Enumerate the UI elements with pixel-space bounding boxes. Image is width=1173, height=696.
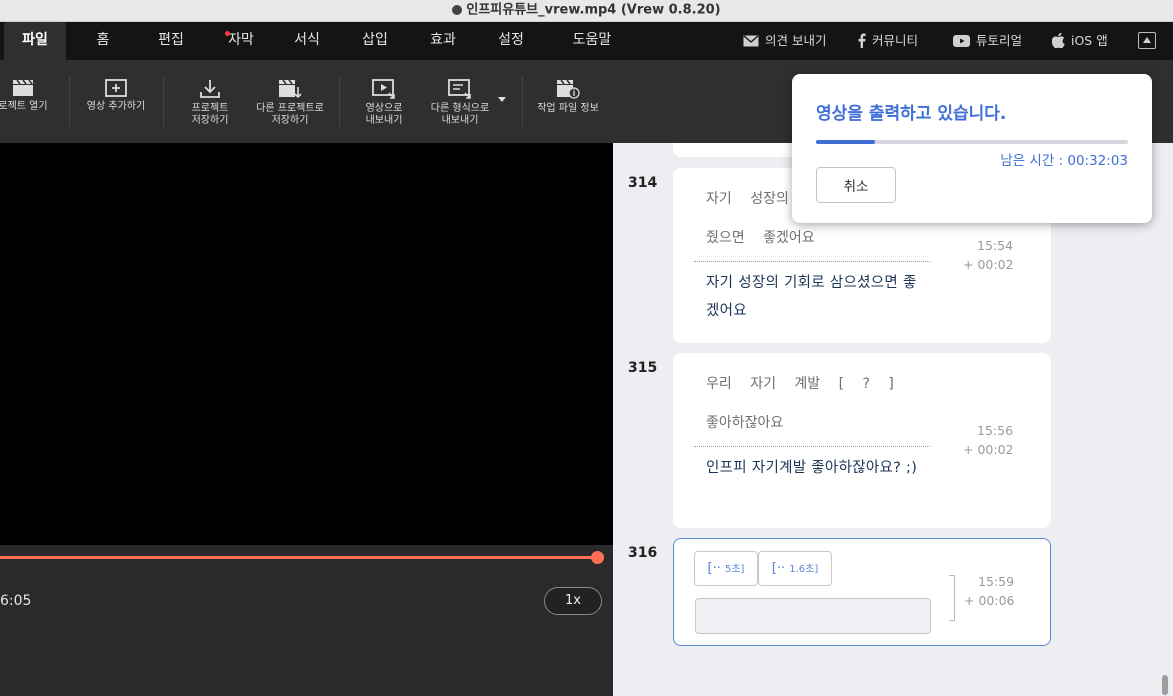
tab-home[interactable]: 홈	[82, 22, 124, 60]
tab-insert[interactable]: 삽입	[354, 22, 396, 60]
clip-duration: + 00:02	[963, 442, 1014, 457]
feedback-link[interactable]: 의견 보내기	[743, 22, 826, 60]
clip-duration: + 00:06	[964, 593, 1015, 608]
toolbar-divider	[522, 76, 523, 126]
tab-settings[interactable]: 설정	[490, 22, 532, 60]
clip-timestamp: 15:59	[978, 574, 1015, 589]
tab-subtitle-label: 자막	[228, 32, 254, 48]
file-info-label: 작업 파일 정보	[537, 103, 599, 114]
playback-speed-button[interactable]: 1x	[544, 587, 602, 615]
player-controls: 6:05 1x	[0, 545, 613, 696]
toolbar-divider	[339, 76, 340, 126]
window-titlebar: 인프피유튜브_vrew.mp4 (Vrew 0.8.20)	[0, 0, 1173, 22]
tutorial-link[interactable]: 튜토리얼	[953, 22, 1022, 60]
unsaved-dot-icon	[452, 4, 463, 15]
clip-card-selected[interactable]: [·· 5초] [·· 1.6초] 15:59 + 00:06	[673, 538, 1051, 646]
file-info-button[interactable]: 작업 파일 정보	[534, 60, 602, 143]
chevron-down-icon[interactable]	[498, 97, 506, 102]
cancel-button[interactable]: 취소	[816, 167, 896, 203]
download-icon	[200, 80, 220, 98]
save-project-button[interactable]: 프로젝트 저장하기	[178, 60, 242, 143]
subtitle-text[interactable]: 인프피 자기계발 좋아하잖아요? ;)	[706, 454, 926, 482]
mail-icon	[743, 34, 759, 46]
add-video-button[interactable]: 영상 추가하기	[80, 60, 152, 143]
apple-icon	[1051, 32, 1065, 49]
ios-app-link[interactable]: iOS 앱	[1051, 22, 1108, 60]
divider	[694, 446, 930, 447]
feedback-label: 의견 보내기	[765, 33, 827, 48]
tab-effects[interactable]: 효과	[422, 22, 464, 60]
menu-bar: 파일 홈 편집 자막 서식 삽입 효과 설정 도움말 의견 보내기 커뮤니티 튜…	[0, 22, 1173, 60]
collapse-ribbon-button[interactable]	[1138, 32, 1156, 49]
clip-link-bracket	[949, 575, 955, 621]
tab-help[interactable]: 도움말	[556, 22, 628, 60]
open-project-label: 로젝트 열기	[0, 101, 48, 112]
community-link[interactable]: 커뮤니티	[857, 22, 918, 60]
export-video-button[interactable]: 영상으로 내보내기	[356, 60, 412, 143]
tab-subtitle[interactable]: 자막	[220, 22, 262, 60]
clip-words[interactable]: 좋아하잖아요	[706, 412, 783, 432]
clip-list-panel: 314 자기 성장의 줬으면 좋겠어요 15:54 + 00:02 자기 성장의…	[613, 143, 1173, 696]
subtitle-text[interactable]: 자기 성장의 기회로 삼으셨으면 좋겠어요	[706, 269, 926, 325]
silence-chip[interactable]: [·· 5초]	[694, 551, 758, 586]
export-video-icon	[372, 79, 395, 99]
triangle-up-icon	[1143, 37, 1151, 43]
clip-timestamp: 15:54	[977, 238, 1014, 253]
seek-bar[interactable]	[0, 556, 597, 559]
clip-timestamp: 15:56	[977, 423, 1014, 438]
clapperboard-download-icon	[279, 79, 302, 99]
save-as-project-button[interactable]: 다른 프로젝트로 저장하기	[250, 60, 330, 143]
dialog-title: 영상을 출력하고 있습니다.	[816, 104, 1007, 124]
tab-file[interactable]: 파일	[4, 22, 66, 60]
clip-words[interactable]: 자기 성장의	[706, 188, 789, 208]
toolbar-divider	[163, 76, 164, 126]
tutorial-label: 튜토리얼	[976, 33, 1023, 48]
silence-chip-value: 5초]	[725, 564, 745, 575]
export-progress-dialog: 영상을 출력하고 있습니다. 남은 시간 : 00:32:03 취소	[792, 74, 1152, 223]
add-video-label: 영상 추가하기	[86, 101, 146, 112]
subtitle-input[interactable]	[695, 598, 931, 634]
seek-handle[interactable]	[591, 551, 604, 564]
silence-chip-prefix: [··	[771, 561, 786, 576]
youtube-icon	[953, 34, 970, 47]
facebook-icon	[858, 33, 866, 48]
export-other-format-label: 다른 형식으로 내보내기	[430, 103, 490, 126]
tab-edit[interactable]: 편집	[150, 22, 192, 60]
community-label: 커뮤니티	[872, 33, 919, 48]
notification-dot-icon	[225, 31, 230, 36]
divider	[694, 261, 930, 262]
export-format-icon	[448, 79, 471, 99]
clip-number: 316	[628, 545, 658, 561]
clapperboard-icon	[13, 79, 33, 96]
add-box-icon	[105, 79, 127, 97]
export-video-label: 영상으로 내보내기	[365, 103, 403, 126]
silence-chip-value: 1.6초]	[789, 564, 819, 575]
window-title: 인프피유튜브_vrew.mp4 (Vrew 0.8.20)	[466, 2, 721, 18]
clip-words[interactable]: 줬으면 좋겠어요	[706, 227, 815, 247]
clip-number: 314	[628, 175, 658, 191]
clip-duration: + 00:02	[963, 257, 1014, 272]
tab-format[interactable]: 서식	[286, 22, 328, 60]
clapperboard-info-icon	[557, 79, 580, 99]
open-project-button[interactable]: 로젝트 열기	[0, 60, 60, 143]
clip-words[interactable]: 우리 자기 계발 [ ? ]	[706, 373, 894, 393]
toolbar-divider	[69, 76, 70, 126]
export-other-format-button[interactable]: 다른 형식으로 내보내기	[425, 60, 495, 143]
save-as-project-label: 다른 프로젝트로 저장하기	[256, 103, 324, 126]
clip-number: 315	[628, 360, 658, 376]
ios-app-label: iOS 앱	[1071, 33, 1108, 48]
export-progress-bar	[816, 140, 1128, 144]
export-progress-fill	[816, 140, 876, 144]
panel-scrollbar[interactable]	[1162, 675, 1168, 695]
save-project-label: 프로젝트 저장하기	[191, 103, 229, 126]
current-time: 6:05	[0, 593, 32, 609]
remaining-time: 남은 시간 : 00:32:03	[1000, 153, 1128, 169]
video-preview[interactable]	[0, 143, 613, 545]
silence-chip-prefix: [··	[707, 561, 721, 576]
clip-card[interactable]: 우리 자기 계발 [ ? ] 좋아하잖아요 15:56 + 00:02 인프피 …	[673, 353, 1051, 528]
silence-chip[interactable]: [·· 1.6초]	[758, 551, 832, 586]
